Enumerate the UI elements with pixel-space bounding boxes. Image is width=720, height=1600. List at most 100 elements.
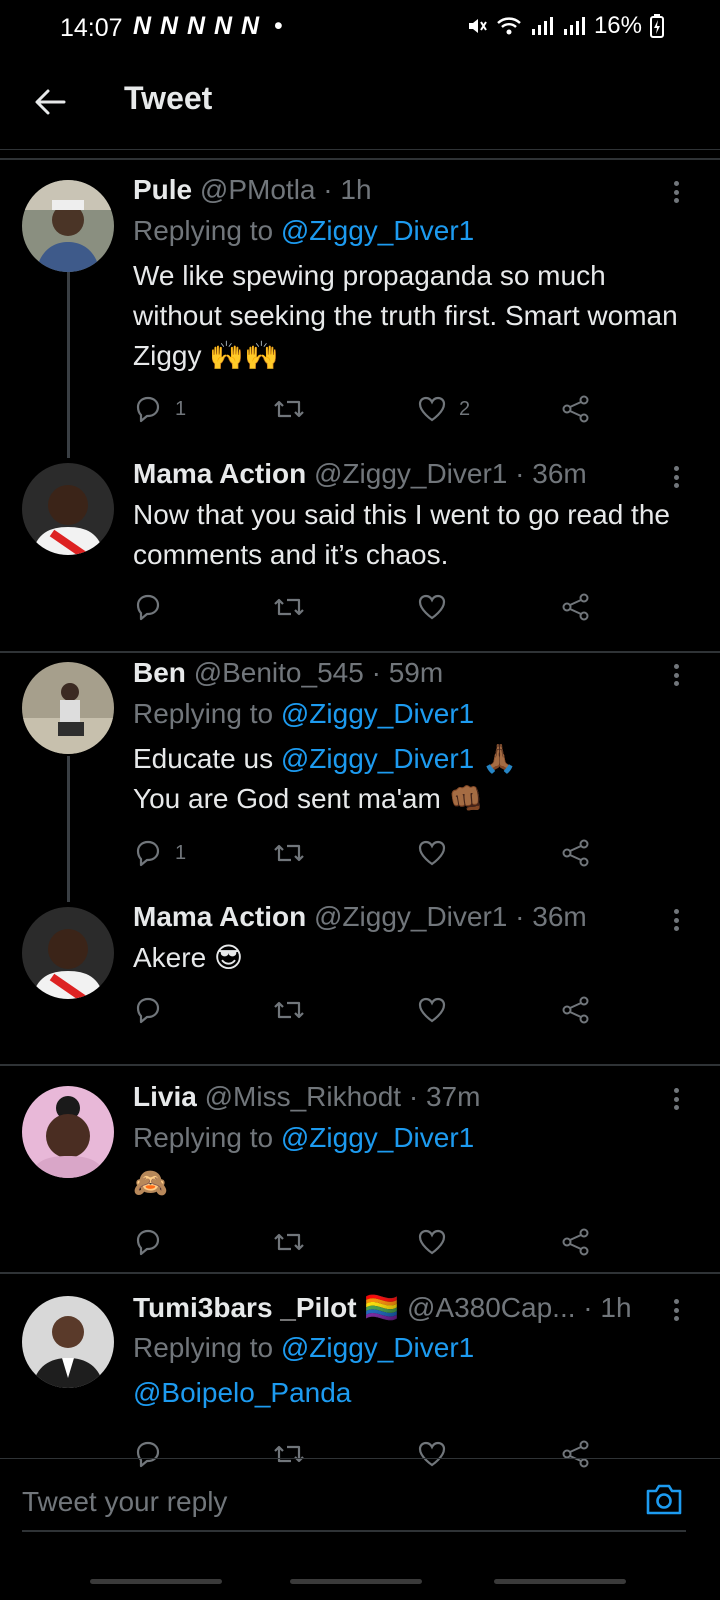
- thread-connector: [67, 272, 70, 458]
- heart-icon: [418, 1229, 446, 1255]
- reply-button[interactable]: [133, 1225, 163, 1259]
- share-button[interactable]: [561, 590, 591, 624]
- avatar[interactable]: [22, 1086, 114, 1178]
- mention-link[interactable]: @Ziggy_Diver1: [281, 215, 474, 246]
- display-name[interactable]: Tumi3bars _Pilot: [133, 1292, 357, 1323]
- battery-charging-icon: [650, 14, 664, 38]
- share-icon: [562, 1228, 589, 1256]
- status-right: 16%: [466, 12, 664, 40]
- handle[interactable]: @A380Cap...: [407, 1292, 576, 1323]
- tweet-text-part: Educate us: [133, 743, 281, 774]
- share-button[interactable]: [561, 1225, 591, 1259]
- page-title: Tweet: [124, 80, 213, 116]
- heart-icon: [418, 396, 446, 422]
- reply-input[interactable]: [22, 1479, 622, 1525]
- retweet-icon: [274, 400, 304, 418]
- tweet-text: Now that you said this I went to go read…: [133, 499, 670, 570]
- thread-connector: [67, 756, 70, 902]
- display-name[interactable]: Livia: [133, 1081, 197, 1112]
- nav-back[interactable]: [494, 1579, 626, 1584]
- more-options-button[interactable]: [666, 905, 686, 935]
- retweet-icon: [274, 844, 304, 862]
- notification-icons: N N N N N •: [133, 12, 284, 41]
- like-button[interactable]: [417, 836, 447, 870]
- tweet-text: We like spewing propaganda so much witho…: [133, 260, 678, 371]
- timestamp: 36m: [532, 901, 587, 932]
- camera-button[interactable]: [644, 1481, 684, 1521]
- handle[interactable]: @Ziggy_Diver1: [314, 458, 507, 489]
- retweet-icon: [274, 598, 304, 616]
- display-name[interactable]: Pule: [133, 174, 192, 205]
- handle[interactable]: @PMotla: [200, 174, 316, 205]
- reply-button[interactable]: [133, 590, 163, 624]
- more-options-button[interactable]: [666, 1084, 686, 1114]
- reply-count: 1: [175, 841, 187, 864]
- like-button[interactable]: [417, 590, 447, 624]
- replying-label: Replying to: [133, 698, 274, 729]
- share-button[interactable]: [561, 392, 591, 426]
- display-name[interactable]: Mama Action: [133, 458, 306, 489]
- share-icon: [562, 996, 589, 1024]
- avatar[interactable]: [22, 907, 114, 999]
- replying-to: Replying to @Ziggy_Diver1: [133, 1332, 474, 1364]
- tweet-header: Mama Action @Ziggy_Diver1 · 36m: [133, 901, 587, 932]
- retweet-button[interactable]: [273, 1225, 305, 1259]
- rainbow-flag: 🏳️‍🌈: [364, 1292, 400, 1323]
- replying-to: Replying to @Ziggy_Diver1: [133, 698, 474, 730]
- display-name[interactable]: Ben: [133, 657, 186, 688]
- display-name[interactable]: Mama Action: [133, 901, 306, 932]
- wifi-icon: [497, 17, 521, 35]
- avatar[interactable]: [22, 662, 114, 754]
- mention-link[interactable]: @Ziggy_Diver1: [281, 1332, 474, 1363]
- divider: [0, 1064, 720, 1066]
- reply-icon: [136, 594, 160, 621]
- more-options-button[interactable]: [666, 1295, 686, 1325]
- timestamp: 59m: [388, 657, 444, 688]
- nav-recents[interactable]: [90, 1579, 222, 1584]
- mention-link[interactable]: @Ziggy_Diver1: [281, 1122, 474, 1153]
- top-app-bar: Tweet: [0, 58, 720, 150]
- tweet-text-part: 🙏🏾: [474, 743, 517, 774]
- handle[interactable]: @Ziggy_Diver1: [314, 901, 507, 932]
- like-button[interactable]: [417, 993, 447, 1027]
- mention-link[interactable]: @Boipelo_Panda: [133, 1377, 351, 1408]
- like-button[interactable]: 2: [417, 392, 470, 426]
- divider: [22, 1530, 686, 1532]
- reply-button[interactable]: [133, 993, 163, 1027]
- tweet-actions: 1 2: [133, 392, 613, 426]
- tweet-header: Tumi3bars _Pilot 🏳️‍🌈 @A380Cap... · 1h: [133, 1292, 632, 1323]
- share-icon: [562, 395, 589, 423]
- heart-icon: [418, 594, 446, 620]
- mention-link[interactable]: @Ziggy_Diver1: [281, 698, 474, 729]
- reply-icon: [136, 997, 160, 1024]
- arrow-left-icon: [35, 89, 66, 115]
- back-button[interactable]: [28, 80, 72, 124]
- avatar[interactable]: [22, 1296, 114, 1388]
- handle[interactable]: @Benito_545: [194, 657, 364, 688]
- avatar[interactable]: [22, 463, 114, 555]
- heart-icon: [418, 997, 446, 1023]
- reply-button[interactable]: 1: [133, 392, 186, 426]
- handle[interactable]: @Miss_Rikhodt: [205, 1081, 401, 1112]
- signal-icon-1: [531, 17, 553, 35]
- share-button[interactable]: [561, 836, 591, 870]
- replying-to: Replying to @Ziggy_Diver1: [133, 1122, 474, 1154]
- retweet-button[interactable]: [273, 836, 305, 870]
- timestamp: 1h: [340, 174, 372, 205]
- tweet-text-line: You are God sent ma'am 👊🏾: [133, 783, 484, 814]
- tweet-header: Livia @Miss_Rikhodt · 37m: [133, 1081, 481, 1112]
- retweet-button[interactable]: [273, 392, 305, 426]
- more-options-button[interactable]: [666, 462, 686, 492]
- nav-home[interactable]: [290, 1579, 422, 1584]
- like-button[interactable]: [417, 1225, 447, 1259]
- avatar[interactable]: [22, 180, 114, 272]
- reply-button[interactable]: 1: [133, 836, 186, 870]
- mention-link[interactable]: @Ziggy_Diver1: [281, 743, 474, 774]
- retweet-button[interactable]: [273, 993, 305, 1027]
- notification-letters: N N N N N: [133, 12, 261, 40]
- more-options-button[interactable]: [666, 660, 686, 690]
- more-options-button[interactable]: [666, 177, 686, 207]
- share-button[interactable]: [561, 993, 591, 1027]
- tweet-actions: 1: [133, 836, 613, 870]
- retweet-button[interactable]: [273, 590, 305, 624]
